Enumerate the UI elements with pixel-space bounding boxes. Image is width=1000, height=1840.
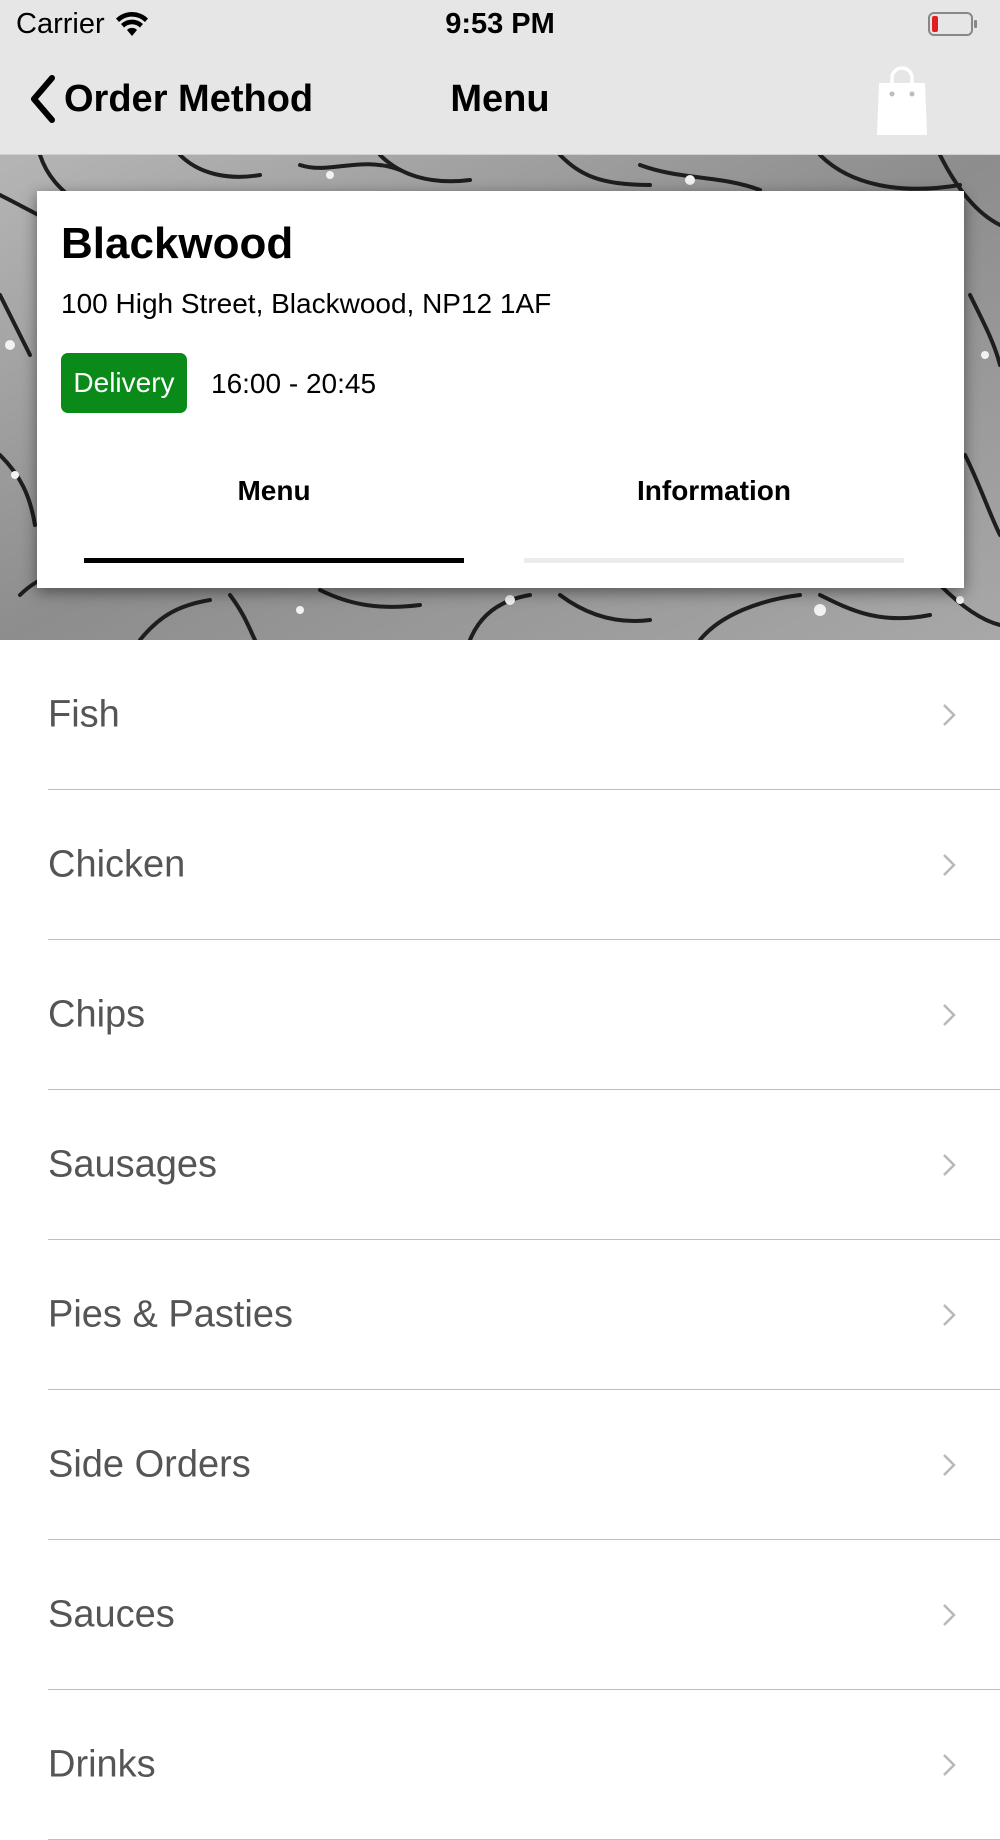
store-card: Blackwood 100 High Street, Blackwood, NP… xyxy=(37,191,964,588)
chevron-right-icon xyxy=(943,1603,956,1626)
category-label: Sausages xyxy=(48,1143,218,1185)
chevron-right-icon xyxy=(943,853,956,876)
navigation-bar: Carrier 9:53 PM Order Method Menu xyxy=(0,0,1000,155)
opening-hours: 16:00 - 20:45 xyxy=(211,368,377,399)
page-title: Menu xyxy=(450,78,550,120)
back-button[interactable]: Order Method xyxy=(28,74,313,124)
back-button-label: Order Method xyxy=(64,77,314,120)
category-label: Sauces xyxy=(48,1593,175,1635)
store-address: 100 High Street, Blackwood, NP12 1AF xyxy=(61,288,552,319)
category-list: Fish Chicken Chips Sausages Pies & Pasti… xyxy=(0,640,1000,1840)
chevron-right-icon xyxy=(943,1003,956,1026)
battery-icon xyxy=(928,12,977,36)
chevron-left-icon xyxy=(31,75,55,123)
category-row-sausages[interactable]: Sausages xyxy=(48,1090,1000,1240)
chevron-right-icon xyxy=(943,1153,956,1176)
delivery-badge: Delivery xyxy=(61,353,187,413)
tab-menu[interactable]: Menu xyxy=(84,475,464,507)
tab-information[interactable]: Information xyxy=(524,475,904,507)
category-row-sauces[interactable]: Sauces xyxy=(48,1540,1000,1690)
category-row-chicken[interactable]: Chicken xyxy=(48,790,1000,940)
chevron-right-icon xyxy=(943,1453,956,1476)
category-label: Chicken xyxy=(48,843,186,885)
category-label: Fish xyxy=(48,693,120,735)
tab-information-indicator xyxy=(524,558,904,563)
chevron-right-icon xyxy=(943,1303,956,1326)
category-row-chips[interactable]: Chips xyxy=(48,940,1000,1090)
category-label: Side Orders xyxy=(48,1443,251,1485)
category-label: Chips xyxy=(48,993,146,1035)
category-label: Drinks xyxy=(48,1743,156,1785)
chevron-right-icon xyxy=(943,703,956,726)
category-row-side-orders[interactable]: Side Orders xyxy=(48,1390,1000,1540)
tab-menu-indicator xyxy=(84,558,464,563)
status-time: 9:53 PM xyxy=(445,8,555,40)
category-row-fish[interactable]: Fish xyxy=(48,640,1000,790)
category-label: Pies & Pasties xyxy=(48,1293,293,1335)
shopping-bag-icon[interactable] xyxy=(872,64,932,138)
chevron-right-icon xyxy=(943,1753,956,1776)
category-row-drinks[interactable]: Drinks xyxy=(48,1690,1000,1840)
store-name: Blackwood xyxy=(61,219,294,268)
category-row-pies-pasties[interactable]: Pies & Pasties xyxy=(48,1240,1000,1390)
